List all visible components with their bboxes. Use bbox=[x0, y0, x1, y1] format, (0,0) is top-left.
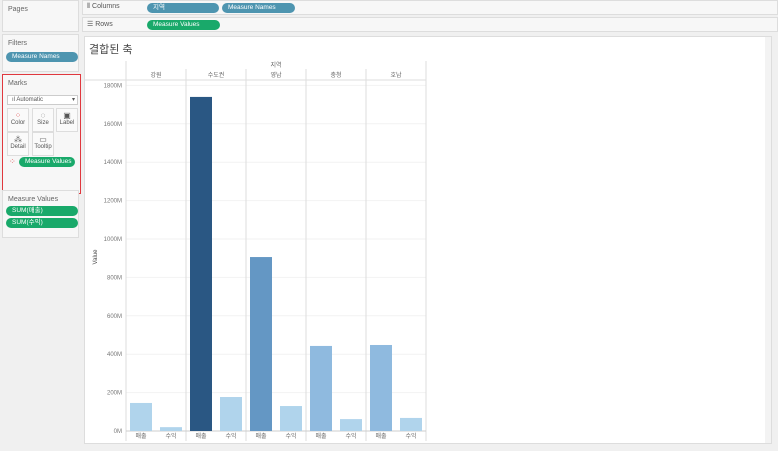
measure-label: 매출 bbox=[135, 432, 147, 440]
columns-shelf[interactable]: ⦀ Columns 지역 Measure Names bbox=[82, 0, 778, 15]
vertical-scrollbar[interactable] bbox=[765, 37, 771, 443]
pages-card: Pages bbox=[2, 0, 79, 32]
y-tick-label: 1800M bbox=[104, 83, 122, 89]
marks-card: Marks ıl Automatic ▾ ⁘ Color ◌ Size ▣ Label … bbox=[2, 74, 81, 194]
bar-수익 bbox=[220, 397, 242, 431]
sum-sales-pill[interactable]: SUM(매출) bbox=[6, 206, 78, 216]
measure-values-pill[interactable]: Measure Values bbox=[147, 20, 220, 30]
y-axis-title: Value bbox=[93, 249, 99, 265]
measure-label: 매출 bbox=[195, 432, 207, 440]
label-button[interactable]: ▣ Label bbox=[56, 108, 78, 132]
y-tick-label: 1200M bbox=[104, 199, 122, 205]
y-tick-label: 0M bbox=[114, 429, 122, 435]
label-label: Label bbox=[59, 120, 75, 126]
y-tick-label: 1000M bbox=[104, 237, 122, 243]
detail-button[interactable]: ⁂ Detail bbox=[7, 132, 29, 156]
measure-label: 수익 bbox=[345, 432, 356, 440]
filters-card: Filters Measure Names bbox=[2, 34, 79, 72]
measure-label: 수익 bbox=[405, 432, 416, 440]
bar-수익 bbox=[340, 419, 362, 431]
size-icon: ◌ bbox=[40, 111, 46, 120]
bar-매출 bbox=[250, 257, 272, 431]
measure-values-title: Measure Values bbox=[8, 196, 59, 203]
bar-매출 bbox=[130, 402, 152, 431]
y-tick-label: 800M bbox=[107, 275, 122, 281]
filters-title: Filters bbox=[8, 40, 28, 47]
columns-label: ⦀ Columns bbox=[87, 3, 120, 10]
region-header: 충청 bbox=[330, 71, 341, 79]
bar-매출 bbox=[190, 96, 212, 432]
measure-values-card: Measure Values SUM(매출) SUM(수익) bbox=[2, 190, 79, 238]
bar-chart: 지역 0M 200M 400M 600M 800M 1000M 1200M 1400M 1600M… bbox=[85, 61, 427, 441]
color-icon: ⁘ bbox=[9, 157, 16, 166]
bar-수익 bbox=[280, 406, 302, 431]
rows-shelf[interactable]: ☰ Rows Measure Values bbox=[82, 17, 778, 32]
detail-label: Detail bbox=[10, 144, 26, 150]
bar-수익 bbox=[160, 427, 182, 431]
measure-label: 매출 bbox=[255, 432, 267, 440]
region-pill[interactable]: 지역 bbox=[147, 3, 219, 13]
region-header: 호남 bbox=[390, 71, 402, 79]
mark-type-dropdown[interactable]: ıl Automatic ▾ bbox=[7, 95, 78, 105]
size-button[interactable]: ◌ Size bbox=[32, 108, 54, 132]
color-icon: ⁘ bbox=[14, 111, 22, 120]
worksheet-view: 결합된 축 지역 0M 200M 400M 600M 800M 1000M 1200M 1400… bbox=[84, 36, 772, 444]
measure-label: 수익 bbox=[165, 432, 176, 440]
marks-title: Marks bbox=[8, 80, 28, 87]
measure-names-pill[interactable]: Measure Names bbox=[222, 3, 295, 13]
y-tick-label: 400M bbox=[107, 352, 122, 358]
chevron-down-icon: ▾ bbox=[71, 97, 75, 103]
y-tick-label: 200M bbox=[107, 391, 122, 397]
tooltip-label: Tooltip bbox=[34, 144, 52, 150]
detail-icon: ⁂ bbox=[14, 135, 22, 144]
measure-label: 수익 bbox=[225, 432, 236, 440]
filter-measure-names-pill[interactable]: Measure Names bbox=[6, 52, 78, 62]
measure-label: 수익 bbox=[285, 432, 296, 440]
marks-measure-values-pill[interactable]: Measure Values bbox=[19, 157, 75, 167]
region-header: 강원 bbox=[150, 71, 161, 79]
pages-title: Pages bbox=[8, 6, 28, 13]
region-header: 영남 bbox=[270, 71, 282, 79]
label-icon: ▣ bbox=[63, 111, 71, 120]
y-tick-label: 1400M bbox=[104, 160, 122, 166]
region-header: 수도권 bbox=[208, 71, 225, 79]
color-button[interactable]: ⁘ Color bbox=[7, 108, 29, 132]
mark-type-value: Automatic bbox=[16, 97, 44, 103]
rows-label: ☰ Rows bbox=[87, 21, 113, 28]
bar-매출 bbox=[310, 345, 332, 431]
y-tick-label: 1600M bbox=[104, 122, 122, 128]
bar-수익 bbox=[400, 417, 422, 431]
tooltip-icon: ▭ bbox=[39, 135, 47, 144]
y-tick-label: 600M bbox=[107, 314, 122, 320]
measure-label: 매출 bbox=[375, 432, 387, 440]
color-label: Color bbox=[10, 120, 26, 126]
tooltip-button[interactable]: ▭ Tooltip bbox=[32, 132, 54, 156]
sum-profit-pill[interactable]: SUM(수익) bbox=[6, 218, 78, 228]
bar-매출 bbox=[370, 344, 392, 431]
measure-label: 매출 bbox=[315, 432, 327, 440]
column-header-title: 지역 bbox=[270, 61, 281, 69]
size-label: Size bbox=[37, 120, 49, 126]
